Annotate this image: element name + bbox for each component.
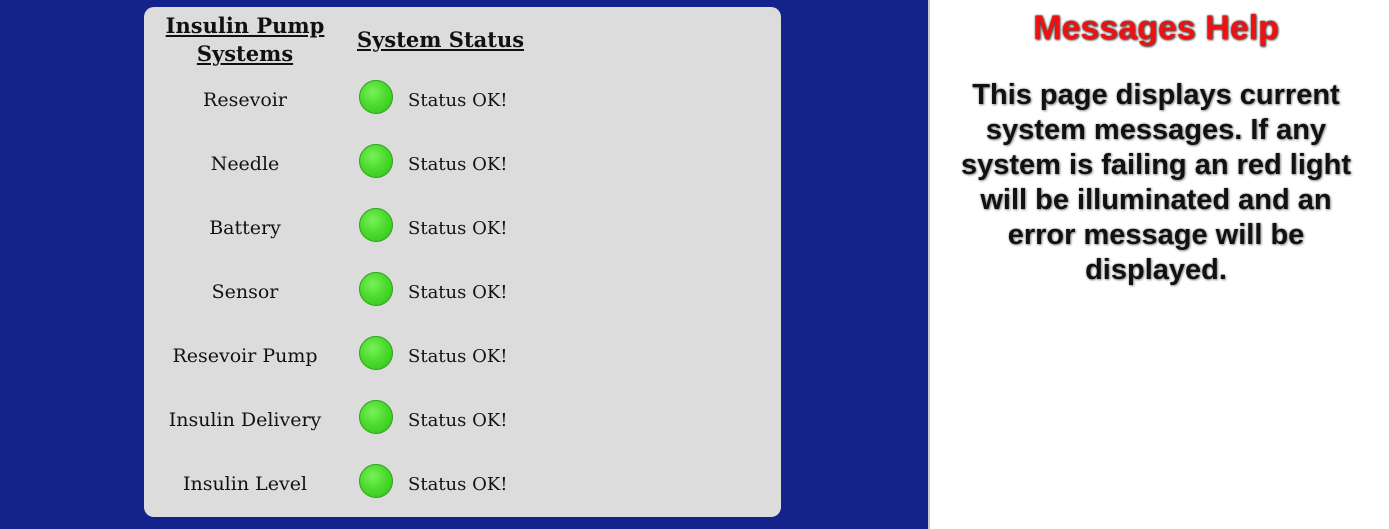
status-light-icon <box>359 144 393 178</box>
status-row-battery: Battery Status OK! <box>144 208 781 248</box>
status-light-icon <box>359 80 393 114</box>
status-light-icon <box>359 336 393 370</box>
systems-column-header: Insulin Pump Systems <box>165 13 325 66</box>
status-message: Status OK! <box>408 218 508 239</box>
status-message: Status OK! <box>408 474 508 495</box>
status-light-icon <box>359 208 393 242</box>
main-panel: Insulin Pump Systems System Status Resev… <box>0 0 930 529</box>
status-message: Status OK! <box>408 154 508 175</box>
status-light-icon <box>359 464 393 498</box>
system-name: Battery <box>209 217 281 239</box>
status-message: Status OK! <box>408 346 508 367</box>
system-name: Sensor <box>211 281 279 303</box>
status-row-insulin-level: Insulin Level Status OK! <box>144 464 781 504</box>
status-row-sensor: Sensor Status OK! <box>144 272 781 312</box>
system-name: Insulin Delivery <box>168 409 322 431</box>
system-name: Resevoir Pump <box>172 345 318 367</box>
system-name: Insulin Level <box>182 473 308 495</box>
status-row-needle: Needle Status OK! <box>144 144 781 184</box>
help-body-text: This page displays current system messag… <box>961 79 1351 286</box>
status-column-header: System Status <box>357 27 525 52</box>
status-row-resevoir-pump: Resevoir Pump Status OK! <box>144 336 781 376</box>
system-name: Needle <box>210 153 280 175</box>
status-message: Status OK! <box>408 410 508 431</box>
status-light-icon <box>359 272 393 306</box>
status-message: Status OK! <box>408 282 508 303</box>
system-name: Resevoir <box>203 89 287 111</box>
system-status-card: Insulin Pump Systems System Status Resev… <box>144 7 781 517</box>
status-light-icon <box>359 400 393 434</box>
status-row-insulin-delivery: Insulin Delivery Status OK! <box>144 400 781 440</box>
status-row-resevoir: Resevoir Status OK! <box>144 80 781 120</box>
help-title: Messages Help <box>1033 9 1279 47</box>
help-panel: Messages Help This page displays current… <box>930 0 1389 529</box>
status-message: Status OK! <box>408 90 508 111</box>
